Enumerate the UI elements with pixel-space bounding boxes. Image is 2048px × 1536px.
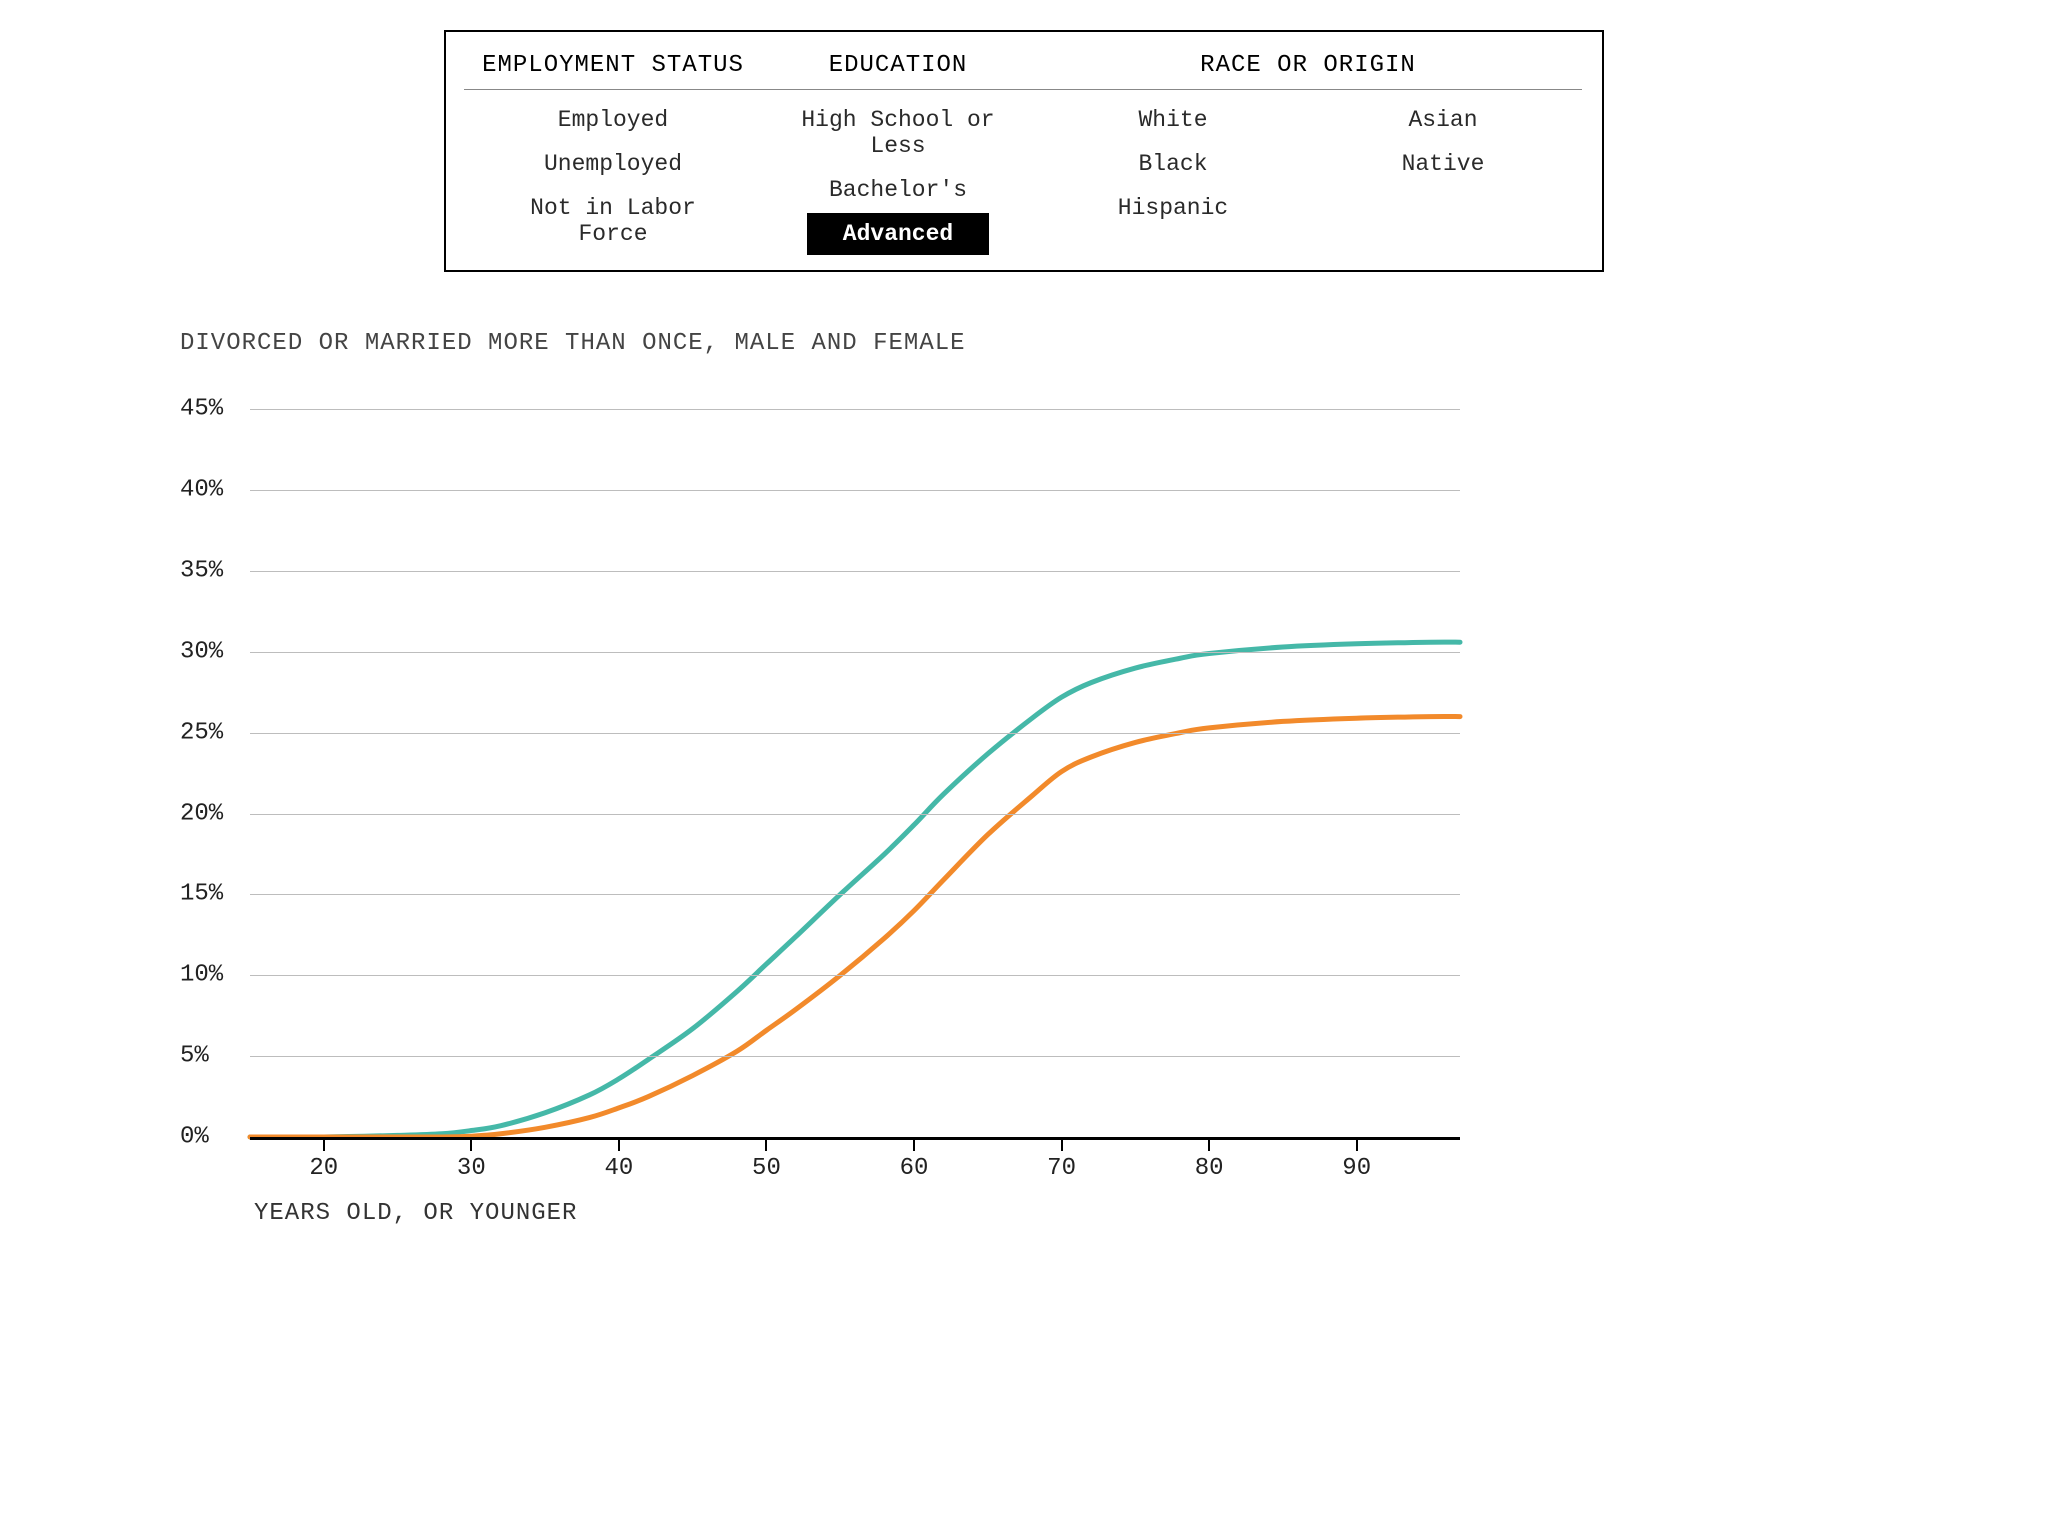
- chart-gridline: [250, 733, 1460, 734]
- filter-opt-advanced[interactable]: Advanced: [807, 213, 989, 255]
- chart-gridline: [250, 1056, 1460, 1057]
- chart-x-tick-label: 70: [1047, 1155, 1076, 1182]
- chart-gridline: [250, 409, 1460, 410]
- chart-x-tick-label: 40: [604, 1155, 633, 1182]
- chart-title: DIVORCED OR MARRIED MORE THAN ONCE, MALE…: [180, 330, 1460, 357]
- chart-x-tick-label: 50: [752, 1155, 781, 1182]
- chart-gridline: [250, 975, 1460, 976]
- chart-y-tick-label: 40%: [180, 477, 240, 504]
- filter-opt-asian[interactable]: Asian: [1308, 99, 1578, 141]
- chart-y-tick-label: 10%: [180, 962, 240, 989]
- filter-panel: EMPLOYMENT STATUS Employed Unemployed No…: [444, 30, 1604, 272]
- chart-plot: 2030405060708090 YEARS OLD, OR YOUNGER 0…: [180, 377, 1460, 1137]
- chart-gridline: [250, 490, 1460, 491]
- chart-x-tick-label: 20: [309, 1155, 338, 1182]
- chart-series-series_orange: [250, 716, 1460, 1137]
- chart-y-tick-label: 0%: [180, 1124, 240, 1151]
- chart-x-tick-label: 80: [1195, 1155, 1224, 1182]
- filter-header-employment: EMPLOYMENT STATUS: [464, 46, 762, 90]
- chart-y-tick-label: 25%: [180, 719, 240, 746]
- chart-gridline: [250, 652, 1460, 653]
- filter-opt-highschool[interactable]: High School or Less: [758, 99, 1038, 167]
- filter-col-employment: EMPLOYMENT STATUS Employed Unemployed No…: [468, 46, 758, 256]
- chart-x-tick-label: 60: [900, 1155, 929, 1182]
- filter-opt-hispanic[interactable]: Hispanic: [1038, 187, 1308, 229]
- chart-x-axis-title: YEARS OLD, OR YOUNGER: [254, 1200, 577, 1227]
- chart-gridline: [250, 1137, 1460, 1140]
- chart-series-series_teal: [250, 642, 1460, 1137]
- filter-col-education: EDUCATION High School or Less Bachelor's…: [758, 46, 1038, 256]
- filter-header-education: EDUCATION: [754, 46, 1042, 90]
- chart-y-tick-label: 45%: [180, 396, 240, 423]
- race-grid: White Asian Black Native Hispanic: [1038, 98, 1578, 230]
- chart-container: DIVORCED OR MARRIED MORE THAN ONCE, MALE…: [180, 330, 1460, 1137]
- chart-gridline: [250, 894, 1460, 895]
- chart-x-tick-label: 90: [1342, 1155, 1371, 1182]
- chart-y-tick-label: 5%: [180, 1043, 240, 1070]
- filter-opt-nilf[interactable]: Not in Labor Force: [468, 187, 758, 255]
- filter-opt-black[interactable]: Black: [1038, 143, 1308, 185]
- filter-opt-bachelors[interactable]: Bachelor's: [805, 169, 991, 211]
- chart-gridline: [250, 814, 1460, 815]
- filter-opt-unemployed[interactable]: Unemployed: [520, 143, 706, 185]
- chart-y-tick-label: 15%: [180, 881, 240, 908]
- chart-y-tick-label: 35%: [180, 558, 240, 585]
- chart-gridline: [250, 571, 1460, 572]
- chart-x-tick-label: 30: [457, 1155, 486, 1182]
- filter-opt-employed[interactable]: Employed: [534, 99, 692, 141]
- filter-header-race: RACE OR ORIGIN: [1034, 46, 1582, 90]
- chart-y-tick-label: 30%: [180, 638, 240, 665]
- filter-opt-native[interactable]: Native: [1308, 143, 1578, 185]
- chart-y-tick-label: 20%: [180, 800, 240, 827]
- page-root: EMPLOYMENT STATUS Employed Unemployed No…: [0, 0, 2048, 1536]
- filter-opt-white[interactable]: White: [1038, 99, 1308, 141]
- filter-col-race: RACE OR ORIGIN White Asian Black Native …: [1038, 46, 1578, 256]
